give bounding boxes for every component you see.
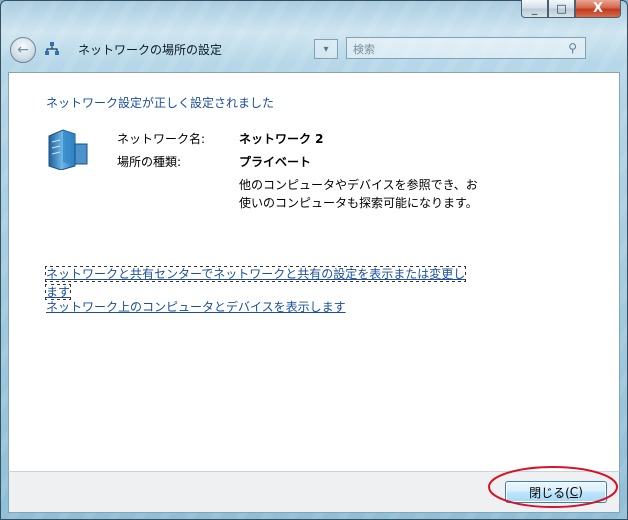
- chevron-down-icon: ▾: [323, 43, 329, 55]
- minimize-icon: _: [531, 2, 538, 15]
- close-window-button[interactable]: X: [575, 0, 621, 18]
- close-button[interactable]: 閉じる(C): [505, 481, 607, 503]
- window-title: ネットワークの場所の設定: [78, 43, 223, 57]
- link-view-network-computers[interactable]: ネットワーク上のコンピュータとデバイスを表示します: [46, 298, 346, 316]
- network-name-label: ネットワーク名:: [117, 132, 206, 146]
- search-icon: ⚲: [568, 41, 577, 55]
- location-type-value: プライベート: [239, 155, 312, 169]
- close-button-label: 閉じる(: [529, 485, 570, 500]
- network-icon: [45, 42, 59, 55]
- search-placeholder: 検索: [353, 43, 375, 56]
- network-server-icon: [48, 129, 88, 170]
- location-type-label: 場所の種類:: [117, 155, 182, 169]
- back-button[interactable]: ←: [10, 37, 36, 63]
- content-pane: ネットワーク設定が正しく設定されました ネットワーク名: ネットワーク 2 場所…: [8, 72, 620, 472]
- close-icon: X: [592, 1, 604, 16]
- close-button-accesskey: C: [569, 485, 579, 499]
- close-button-label-end: ): [578, 485, 583, 499]
- link-network-sharing-center[interactable]: ネットワークと共有センターでネットワークと共有の設定を表示または変更します: [44, 265, 476, 301]
- maximize-icon: □: [556, 2, 567, 15]
- recent-pages-dropdown[interactable]: ▾: [314, 39, 338, 59]
- minimize-button[interactable]: _: [521, 0, 548, 18]
- location-description: 他のコンピュータやデバイスを参照でき、お使いのコンピュータも探索可能になります。: [239, 178, 478, 210]
- back-arrow-icon: ←: [17, 42, 29, 58]
- network-name-value: ネットワーク 2: [239, 132, 324, 146]
- page-heading: ネットワーク設定が正しく設定されました: [46, 96, 275, 110]
- caption-buttons: _ □ X: [521, 0, 621, 18]
- maximize-button[interactable]: □: [548, 0, 575, 18]
- link-network-sharing-center-text: ネットワークと共有センターでネットワークと共有の設定を表示または変更します: [44, 266, 467, 300]
- search-input[interactable]: 検索 ⚲: [346, 37, 586, 59]
